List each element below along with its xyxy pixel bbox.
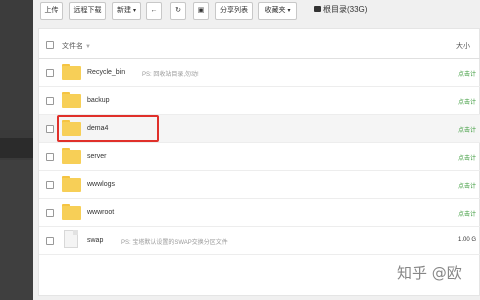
- file-note: PS: 宝塔默认设置的SWAP交换分区文件: [121, 240, 228, 246]
- file-note: PS: 回收站目录,勿动!: [142, 72, 199, 78]
- folder-icon: [62, 204, 81, 220]
- refresh-icon: ↻: [175, 7, 181, 14]
- row-checkbox[interactable]: [46, 153, 54, 161]
- table-row[interactable]: swap PS: 宝塔默认设置的SWAP交换分区文件 1.00 G: [39, 227, 480, 255]
- file-name[interactable]: wwwlogs: [87, 181, 115, 188]
- file-name[interactable]: server: [87, 153, 106, 160]
- disk-icon: [314, 6, 321, 12]
- watermark: 知乎 @欧: [397, 264, 462, 282]
- sidebar-section: [0, 0, 33, 130]
- favorites-label: 收藏夹: [264, 7, 286, 14]
- caret-down-icon: ▾: [287, 8, 291, 14]
- row-checkbox[interactable]: [46, 237, 54, 245]
- file-toolbar: 上传 远程下载 新建 ▾ ← ↻ ▣ 分享列表 收藏夹 ▾ 根目录(33G): [33, 0, 480, 24]
- sidebar-section: [0, 160, 33, 300]
- calculate-size-link[interactable]: 点击计: [458, 69, 476, 78]
- calculate-size-link[interactable]: 点击计: [458, 97, 476, 106]
- calculate-size-link[interactable]: 点击计: [458, 181, 476, 190]
- sort-icon: ▼: [85, 44, 91, 50]
- table-row[interactable]: Recycle_bin PS: 回收站目录,勿动! 点击计: [39, 59, 480, 87]
- file-icon: [64, 230, 78, 248]
- file-name[interactable]: Recycle_bin: [87, 69, 125, 76]
- row-checkbox[interactable]: [46, 69, 54, 77]
- table-header: 文件名 ▼ 大小: [39, 31, 480, 59]
- remote-download-button[interactable]: 远程下载: [69, 2, 106, 20]
- column-header-size[interactable]: 大小: [456, 41, 470, 51]
- folder-icon: [62, 176, 81, 192]
- caret-down-icon: ▾: [132, 8, 136, 14]
- refresh-button[interactable]: ↻: [170, 2, 186, 20]
- row-checkbox[interactable]: [46, 209, 54, 217]
- arrow-left-icon: ←: [150, 7, 158, 14]
- terminal-button[interactable]: ▣: [193, 2, 209, 20]
- row-checkbox[interactable]: [46, 125, 54, 133]
- upload-button[interactable]: 上传: [40, 2, 63, 20]
- folder-icon: [62, 64, 81, 80]
- new-dropdown-button[interactable]: 新建 ▾: [112, 2, 141, 20]
- file-name[interactable]: wwwroot: [87, 209, 114, 216]
- back-button[interactable]: ←: [146, 2, 162, 20]
- calculate-size-link[interactable]: 点击计: [458, 125, 476, 134]
- file-name[interactable]: swap: [87, 237, 103, 244]
- share-list-button[interactable]: 分享列表: [215, 2, 253, 20]
- disk-label: 根目录(33G): [323, 5, 368, 14]
- terminal-icon: ▣: [197, 7, 205, 14]
- select-all-checkbox[interactable]: [46, 41, 54, 49]
- table-row[interactable]: backup 点击计: [39, 87, 480, 115]
- disk-selector[interactable]: 根目录(33G): [314, 4, 367, 15]
- sidebar: [0, 0, 33, 300]
- file-list-panel: 文件名 ▼ 大小 Recycle_bin PS: 回收站目录,勿动! 点击计 ba…: [38, 28, 480, 296]
- favorites-dropdown-button[interactable]: 收藏夹 ▾: [258, 2, 297, 20]
- sidebar-active-item[interactable]: [0, 138, 33, 158]
- table-row[interactable]: wwwroot 点击计: [39, 199, 480, 227]
- column-header-name-label: 文件名: [62, 43, 83, 50]
- column-header-name[interactable]: 文件名 ▼: [62, 41, 91, 51]
- folder-icon: [62, 148, 81, 164]
- row-checkbox[interactable]: [46, 181, 54, 189]
- calculate-size-link[interactable]: 点击计: [458, 153, 476, 162]
- table-row[interactable]: wwwlogs 点击计: [39, 171, 480, 199]
- file-size: 1.00 G: [458, 237, 477, 243]
- new-label: 新建: [116, 7, 131, 14]
- highlight-annotation-box: [57, 115, 159, 142]
- folder-icon: [62, 92, 81, 108]
- calculate-size-link[interactable]: 点击计: [458, 209, 476, 218]
- file-name[interactable]: backup: [87, 97, 110, 104]
- table-row[interactable]: server 点击计: [39, 143, 480, 171]
- row-checkbox[interactable]: [46, 97, 54, 105]
